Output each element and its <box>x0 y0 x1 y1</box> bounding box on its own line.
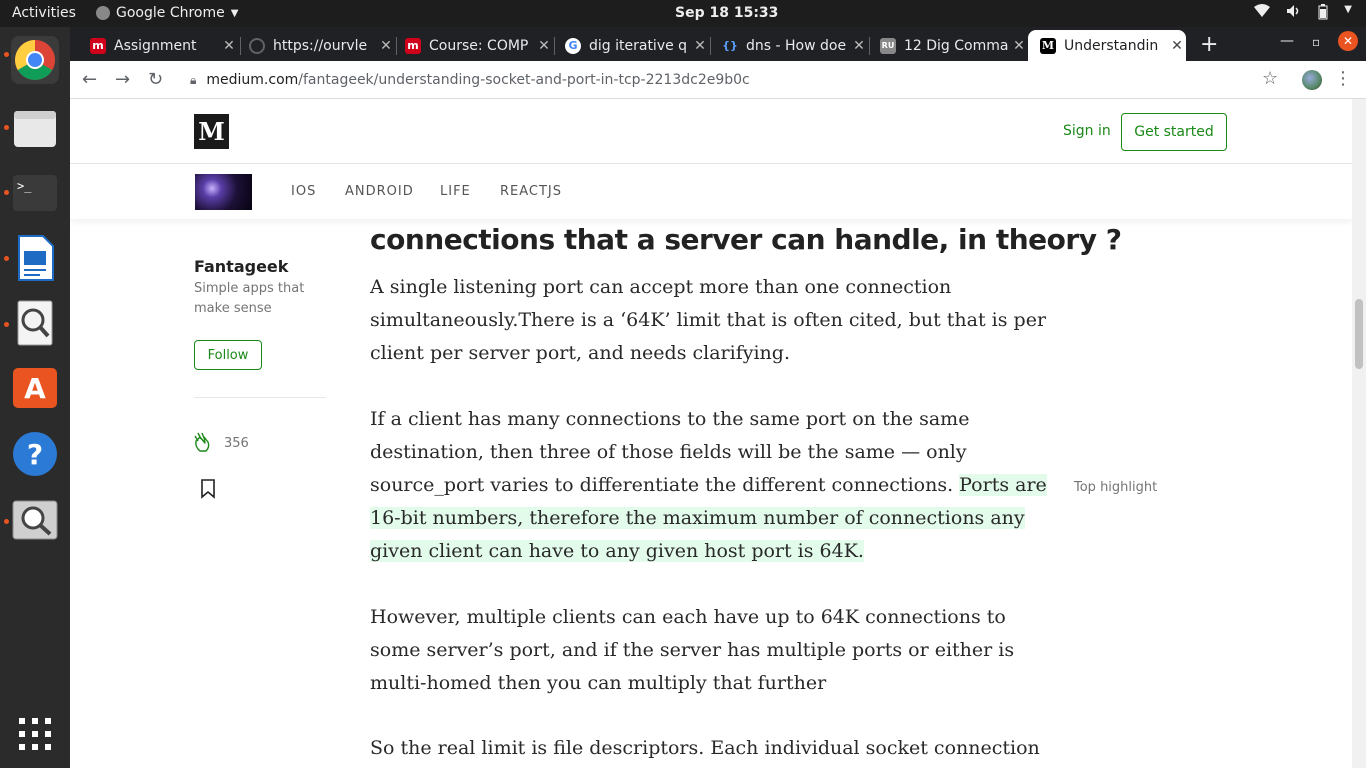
medium-logo[interactable]: M <box>194 114 229 149</box>
author-name[interactable]: Fantageek <box>194 257 288 276</box>
stackexchange-favicon-icon: {} <box>722 39 738 52</box>
close-window-button[interactable]: ✕ <box>1338 31 1358 51</box>
globe-favicon-icon <box>249 37 265 54</box>
files-launcher-icon[interactable] <box>11 104 59 152</box>
running-indicator <box>4 322 9 327</box>
section-heading: connections that a server can handle, in… <box>370 223 1122 256</box>
system-top-bar: Activities Google Chrome ▼ Sep 18 15:33 … <box>0 0 1366 27</box>
moodle-favicon-icon: m <box>90 37 106 54</box>
tab-dig-commands[interactable]: RU 12 Dig Comma ✕ <box>868 30 1028 61</box>
tab-dns[interactable]: {} dns - How doe ✕ <box>710 30 868 61</box>
tab-title: dns - How doe <box>746 37 847 54</box>
tab-assignment[interactable]: m Assignment ✕ <box>78 30 238 61</box>
paragraph-4: So the real limit is file descriptors. E… <box>370 737 1040 759</box>
sidebar-divider <box>194 397 326 398</box>
medium-favicon-icon: M <box>1040 37 1056 54</box>
url-path: /fantageek/understanding-socket-and-port… <box>298 72 750 88</box>
activities-button[interactable]: Activities <box>12 5 76 21</box>
paragraph-3: However, multiple clients can each have … <box>370 606 1015 694</box>
get-started-button[interactable]: Get started <box>1121 113 1227 151</box>
terminal-launcher-icon[interactable]: >_ <box>11 169 59 217</box>
browser-toolbar: ← → ↻ 🔒︎ medium.com/fantageek/understand… <box>70 61 1366 99</box>
app-menu[interactable]: Google Chrome ▼ <box>96 5 238 21</box>
forward-arrow-icon[interactable]: → <box>115 69 130 90</box>
clap-count: 356 <box>224 435 249 451</box>
scrollbar-thumb[interactable] <box>1355 299 1363 369</box>
tab-title: Understandin <box>1064 37 1159 54</box>
close-icon[interactable]: ✕ <box>1168 38 1186 54</box>
show-applications-icon[interactable] <box>11 710 59 758</box>
writer-launcher-icon[interactable] <box>11 234 59 282</box>
google-favicon-icon: G <box>565 37 581 54</box>
battery-icon <box>1318 4 1328 24</box>
sign-in-link[interactable]: Sign in <box>1063 123 1111 139</box>
tab-title: 12 Dig Comma <box>904 37 1009 54</box>
chrome-launcher-icon[interactable] <box>11 36 59 84</box>
clock[interactable]: Sep 18 15:33 <box>675 5 778 21</box>
running-indicator <box>4 256 9 261</box>
tab-title: dig iterative q <box>589 37 688 54</box>
dock: >_ A ? <box>0 27 70 768</box>
back-arrow-icon[interactable]: ← <box>82 69 97 90</box>
tab-dig-iterative[interactable]: G dig iterative q ✕ <box>553 30 709 61</box>
url-host: medium.com <box>206 72 299 88</box>
help-launcher-icon[interactable]: ? <box>11 430 59 478</box>
tab-ourvle[interactable]: https://ourvle ✕ <box>237 30 395 61</box>
clap-control[interactable]: 356 <box>192 429 249 457</box>
tab-title: Assignment <box>114 37 197 54</box>
nav-android[interactable]: ANDROID <box>345 184 414 199</box>
publication-logo-image[interactable] <box>195 174 252 210</box>
author-description: Simple apps that make sense <box>194 281 305 316</box>
running-indicator <box>4 52 9 57</box>
image-viewer-launcher-icon[interactable] <box>11 496 59 544</box>
close-icon[interactable]: ✕ <box>850 38 868 54</box>
paragraph-2-text: If a client has many connections to the … <box>370 408 970 496</box>
reload-icon[interactable]: ↻ <box>148 69 163 90</box>
maximize-button[interactable]: ▫ <box>1312 35 1320 49</box>
top-highlight-label: Top highlight <box>1074 480 1158 495</box>
clap-icon[interactable] <box>192 429 216 457</box>
web-page: M Sign in Get started IOS ANDROID LIFE R… <box>70 99 1352 768</box>
tab-understanding[interactable]: M Understandin ✕ <box>1028 30 1186 61</box>
wifi-icon <box>1254 4 1271 24</box>
close-icon[interactable]: ✕ <box>1010 38 1028 54</box>
close-icon[interactable]: ✕ <box>535 38 553 54</box>
software-center-launcher-icon[interactable]: A <box>11 364 59 412</box>
paragraph-2: If a client has many connections to the … <box>370 403 1060 568</box>
menu-kebab-icon[interactable]: ⋮ <box>1334 68 1352 89</box>
profile-avatar[interactable] <box>1302 70 1322 90</box>
bookmark-star-icon[interactable]: ☆ <box>1262 68 1278 89</box>
paragraph-1: A single listening port can accept more … <box>370 276 1047 364</box>
moodle-favicon-icon: m <box>405 37 421 54</box>
new-tab-button[interactable]: + <box>1200 32 1218 57</box>
address-bar[interactable]: 🔒︎ medium.com/fantageek/understanding-so… <box>180 65 1290 95</box>
volume-icon <box>1286 4 1302 24</box>
nav-ios[interactable]: IOS <box>291 184 316 199</box>
system-tray[interactable]: ▼ <box>1254 4 1352 24</box>
nav-life[interactable]: LIFE <box>440 184 471 199</box>
close-icon[interactable]: ✕ <box>691 38 709 54</box>
app-name: Google Chrome <box>116 5 225 21</box>
page-scrollbar[interactable] <box>1352 99 1366 768</box>
chevron-down-icon: ▼ <box>230 7 239 19</box>
tab-title: Course: COMP <box>429 37 529 54</box>
nav-reactjs[interactable]: REACTJS <box>500 184 562 199</box>
publication-nav: IOS ANDROID LIFE REACTJS <box>70 164 1352 219</box>
tab-course[interactable]: m Course: COMP ✕ <box>393 30 553 61</box>
running-indicator <box>4 190 9 195</box>
lock-icon: 🔒︎ <box>190 72 197 87</box>
tab-strip: m Assignment ✕ https://ourvle ✕ m Course… <box>70 27 1366 61</box>
running-indicator <box>4 519 9 524</box>
chrome-small-icon <box>96 6 110 20</box>
tab-title: https://ourvle <box>273 37 368 54</box>
close-icon[interactable]: ✕ <box>220 38 238 54</box>
running-indicator <box>4 125 9 130</box>
document-viewer-launcher-icon[interactable] <box>11 299 59 347</box>
bookmark-icon[interactable] <box>200 479 216 503</box>
follow-button[interactable]: Follow <box>194 340 262 370</box>
minimize-button[interactable]: — <box>1280 33 1294 49</box>
power-menu-chevron-icon: ▼ <box>1344 4 1352 15</box>
site-favicon-icon: RU <box>880 37 896 54</box>
